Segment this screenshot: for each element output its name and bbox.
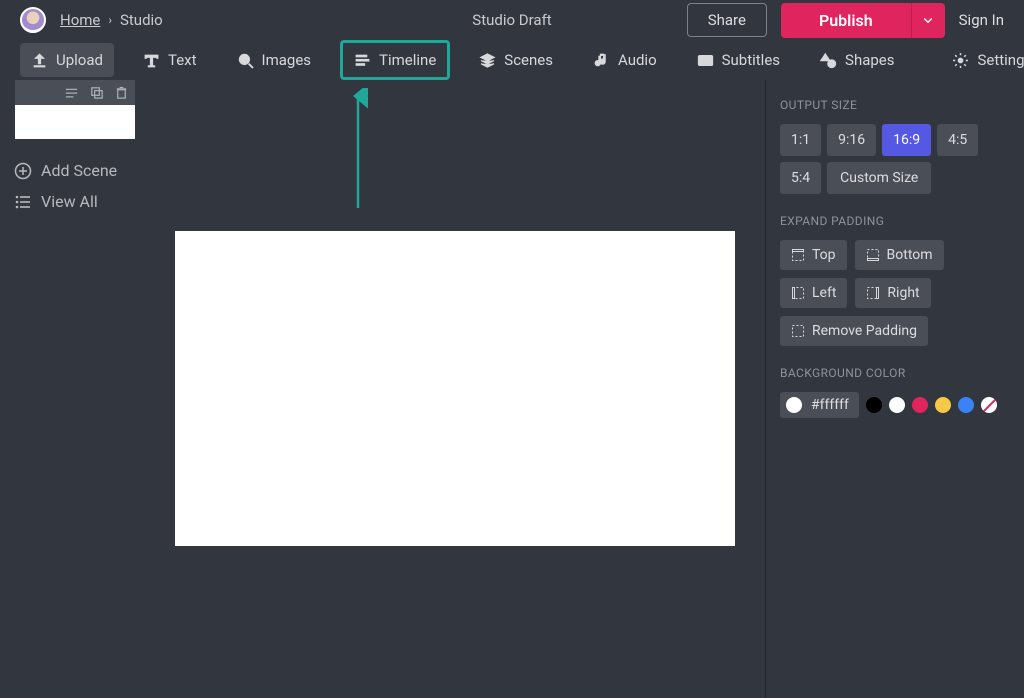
scene-item-toolbar	[15, 80, 135, 105]
tool-settings[interactable]: Settings	[941, 43, 1024, 77]
tool-scenes[interactable]: Scenes	[468, 43, 564, 77]
swatch-blue[interactable]	[958, 397, 974, 413]
plus-circle-icon	[14, 162, 32, 180]
pad-label: Bottom	[887, 247, 933, 263]
sign-in-link[interactable]: Sign In	[959, 11, 1004, 29]
pad-right-icon	[866, 286, 880, 300]
output-size-heading: OUTPUT SIZE	[780, 98, 1010, 112]
swatch-black[interactable]	[866, 397, 882, 413]
breadcrumb-current: Studio	[120, 11, 163, 29]
publish-dropdown[interactable]	[911, 3, 945, 38]
publish-group: Publish	[781, 3, 945, 38]
pad-bottom-icon	[866, 248, 880, 262]
tool-text[interactable]: Text	[132, 43, 208, 77]
pad-right[interactable]: Right	[855, 278, 930, 308]
canvas[interactable]	[175, 231, 735, 546]
search-icon	[237, 52, 254, 69]
pad-label: Left	[812, 285, 836, 301]
view-all-button[interactable]: View All	[0, 186, 145, 217]
pad-top[interactable]: Top	[780, 240, 847, 270]
ratio-9-16[interactable]: 9:16	[827, 124, 876, 156]
gear-icon	[952, 52, 969, 69]
reorder-icon[interactable]	[64, 85, 79, 100]
duplicate-icon[interactable]	[89, 85, 104, 100]
content-area: Add Scene View All OUTPUT SIZE 1:1 9:16 …	[0, 80, 1024, 698]
tool-label: Shapes	[845, 51, 894, 69]
ratio-1-1[interactable]: 1:1	[780, 124, 821, 156]
sidebar-left: Add Scene View All	[0, 80, 145, 698]
subtitles-icon	[697, 52, 714, 69]
pad-top-icon	[791, 248, 805, 262]
tool-label: Timeline	[379, 51, 436, 69]
pad-label: Remove Padding	[812, 323, 917, 339]
tool-label: Settings	[977, 51, 1024, 69]
expand-padding-heading: EXPAND PADDING	[780, 214, 1010, 228]
music-note-icon	[593, 52, 610, 69]
bg-color-heading: BACKGROUND COLOR	[780, 366, 1010, 380]
pad-remove[interactable]: Remove Padding	[780, 316, 928, 346]
swatch-none[interactable]	[981, 397, 997, 413]
publish-button[interactable]: Publish	[781, 3, 911, 38]
pad-label: Top	[812, 247, 836, 263]
properties-panel: OUTPUT SIZE 1:1 9:16 16:9 4:5 5:4 Custom…	[766, 80, 1024, 698]
avatar[interactable]	[20, 7, 46, 33]
top-bar: Home › Studio Studio Draft Share Publish…	[0, 0, 1024, 40]
ratio-4-5[interactable]: 4:5	[937, 124, 978, 156]
breadcrumb-separator: ›	[108, 13, 112, 27]
tool-images[interactable]: Images	[226, 43, 323, 77]
tool-upload[interactable]: Upload	[20, 43, 114, 77]
tool-label: Text	[168, 51, 197, 69]
swatch-pink[interactable]	[912, 397, 928, 413]
layers-icon	[479, 52, 496, 69]
ratio-5-4[interactable]: 5:4	[780, 162, 821, 194]
tool-label: Upload	[56, 51, 103, 69]
swatch-white[interactable]	[889, 397, 905, 413]
share-button[interactable]: Share	[687, 3, 767, 37]
scene-thumbnail[interactable]	[15, 105, 135, 139]
upload-icon	[31, 52, 48, 69]
chevron-down-icon	[922, 14, 934, 26]
breadcrumb-home[interactable]: Home	[60, 11, 100, 29]
tool-shapes[interactable]: Shapes	[809, 43, 905, 77]
ratio-16-9[interactable]: 16:9	[882, 124, 931, 156]
timeline-icon	[354, 52, 371, 69]
pad-label: Right	[887, 285, 919, 301]
padding-buttons: Top Bottom Left Right Remove Padding	[780, 240, 1010, 346]
add-scene-label: Add Scene	[41, 161, 117, 180]
toolbar: Upload Text Images Timeline Scenes Audio…	[0, 40, 1024, 80]
tool-label: Scenes	[504, 51, 553, 69]
text-icon	[143, 52, 160, 69]
project-title[interactable]: Studio Draft	[472, 11, 551, 29]
pad-left[interactable]: Left	[780, 278, 847, 308]
pad-remove-icon	[791, 324, 805, 338]
color-picker-row: #ffffff	[780, 392, 1010, 418]
list-icon	[14, 193, 32, 211]
shapes-icon	[820, 52, 837, 69]
current-color-dot	[786, 397, 802, 413]
tool-audio[interactable]: Audio	[582, 43, 668, 77]
hex-color-chip[interactable]: #ffffff	[780, 392, 859, 418]
tool-subtitles[interactable]: Subtitles	[686, 43, 791, 77]
tool-label: Subtitles	[722, 51, 780, 69]
tool-timeline[interactable]: Timeline	[340, 40, 450, 80]
trash-icon[interactable]	[114, 85, 129, 100]
view-all-label: View All	[41, 192, 98, 211]
canvas-area	[145, 80, 766, 698]
pad-bottom[interactable]: Bottom	[855, 240, 944, 270]
hex-value: #ffffff	[811, 397, 849, 413]
add-scene-button[interactable]: Add Scene	[0, 155, 145, 186]
tool-label: Audio	[618, 51, 657, 69]
scene-item[interactable]	[15, 80, 135, 139]
tool-label: Images	[262, 51, 312, 69]
custom-size-button[interactable]: Custom Size	[827, 162, 931, 194]
aspect-ratio-list: 1:1 9:16 16:9 4:5 5:4 Custom Size	[780, 124, 1010, 194]
pad-left-icon	[791, 286, 805, 300]
swatch-yellow[interactable]	[935, 397, 951, 413]
